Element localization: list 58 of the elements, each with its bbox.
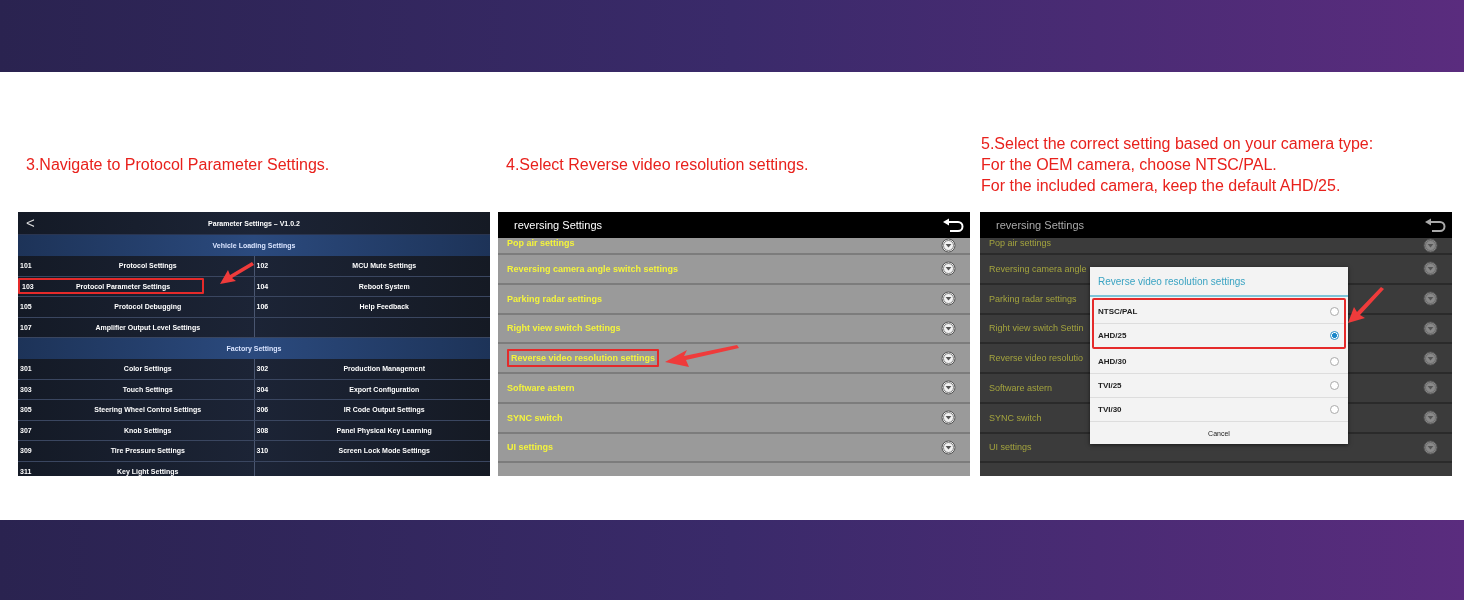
step-caption: For the included camera, keep the default AHD/25. bbox=[981, 175, 1342, 196]
dropdown-icon bbox=[941, 320, 956, 336]
dropdown-icon bbox=[1423, 350, 1438, 366]
radio-option[interactable]: AHD/25 bbox=[1094, 324, 1344, 347]
back-button[interactable] bbox=[942, 218, 964, 232]
radio-option[interactable]: NTSC/PAL bbox=[1094, 300, 1344, 324]
dropdown-icon bbox=[1423, 261, 1438, 277]
list-item[interactable]: Pop air settings bbox=[980, 238, 1452, 255]
step-caption: 4.Select Reverse video resolution settings. bbox=[506, 154, 810, 175]
radio-button[interactable] bbox=[1330, 405, 1339, 414]
item-label: Pop air settings bbox=[507, 238, 575, 248]
item-label: SYNC switch bbox=[507, 412, 563, 423]
item-label: Software astern bbox=[507, 382, 575, 393]
radio-button[interactable] bbox=[1330, 381, 1339, 390]
radio-option[interactable]: TVI/30 bbox=[1090, 398, 1348, 422]
dropdown-icon bbox=[1423, 291, 1438, 307]
item-label: Software astern bbox=[989, 382, 1053, 393]
item-label: Reversing camera angle bbox=[989, 263, 1087, 274]
item-label: Parking radar settings bbox=[507, 293, 603, 304]
item-label: Right view switch Settin bbox=[989, 323, 1084, 334]
screen-title: reversing Settings bbox=[996, 219, 1085, 231]
item-label: UI settings bbox=[507, 442, 553, 453]
dropdown-icon bbox=[941, 410, 956, 426]
item-label: Right view switch Settings bbox=[507, 323, 621, 334]
item-label: Pop air settings bbox=[989, 238, 1052, 248]
step-caption: For the OEM camera, choose NTSC/PAL. bbox=[981, 154, 1278, 175]
item-label: SYNC switch bbox=[989, 412, 1042, 423]
step-caption: 5.Select the correct setting based on your camera type: bbox=[981, 133, 1375, 154]
radio-button[interactable] bbox=[1330, 331, 1339, 340]
dropdown-icon bbox=[941, 261, 956, 277]
dropdown-icon bbox=[1423, 320, 1438, 336]
dropdown-icon bbox=[941, 380, 956, 396]
dialog-title: Reverse video resolution settings bbox=[1090, 267, 1348, 297]
item-label: UI settings bbox=[989, 442, 1032, 453]
back-arrow-icon bbox=[942, 218, 964, 232]
dropdown-icon bbox=[1423, 410, 1438, 426]
item-label: Parking radar settings bbox=[989, 293, 1077, 304]
back-button[interactable] bbox=[1424, 218, 1446, 232]
pointer-arrow bbox=[220, 262, 254, 286]
dropdown-icon bbox=[1423, 439, 1438, 455]
dropdown-icon bbox=[941, 350, 956, 366]
dropdown-icon bbox=[941, 439, 956, 455]
dropdown-icon bbox=[1423, 238, 1438, 253]
radio-button[interactable] bbox=[1330, 357, 1339, 366]
radio-button[interactable] bbox=[1330, 307, 1339, 316]
item-label: Reversing camera angle switch settings bbox=[507, 263, 679, 274]
screen-title: reversing Settings bbox=[514, 219, 603, 231]
radio-option[interactable]: AHD/30 bbox=[1090, 350, 1348, 374]
dropdown-icon bbox=[941, 238, 956, 253]
dropdown-icon bbox=[1423, 380, 1438, 396]
pointer-arrow bbox=[1348, 287, 1384, 323]
item-label: Reverse video resolutio bbox=[989, 353, 1084, 364]
back-arrow-icon bbox=[1424, 218, 1446, 232]
radio-option[interactable]: TVI/25 bbox=[1090, 374, 1348, 398]
step-caption: 3.Navigate to Protocol Parameter Settings. bbox=[26, 154, 331, 175]
highlighted-label: Reverse video resolution settings bbox=[507, 349, 660, 368]
dropdown-icon bbox=[941, 291, 956, 307]
back-button[interactable]: < bbox=[26, 214, 35, 231]
